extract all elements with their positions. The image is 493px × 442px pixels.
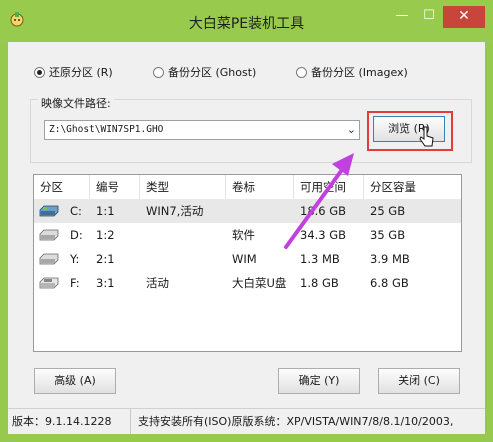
- cell-capacity: 25 GB: [370, 204, 406, 218]
- cell-type: [140, 223, 146, 247]
- cell-drive: Y:: [70, 252, 80, 266]
- maximize-button[interactable]: ☐: [416, 6, 442, 28]
- cell-number: 1:2: [96, 228, 115, 242]
- table-row[interactable]: D: 1:2 软件 34.3 GB 35 GB: [34, 223, 461, 247]
- title-bar[interactable]: 大白菜PE装机工具 — ☐ ✕: [0, 0, 493, 42]
- drive-icon: [39, 205, 59, 217]
- chevron-down-icon[interactable]: ⌄: [347, 121, 356, 139]
- cell-drive: C:: [70, 204, 82, 218]
- column-header-type[interactable]: 类型: [140, 175, 226, 199]
- main-panel: 还原分区 (R) 备份分区 (Ghost) 备份分区 (Imagex) 映像文件…: [8, 42, 485, 434]
- cell-label: 大白菜U盘: [232, 276, 287, 290]
- radio-circle[interactable]: [296, 66, 307, 78]
- image-path-label: 映像文件路径:: [38, 95, 114, 111]
- cell-free: 34.3 GB: [300, 228, 347, 242]
- cell-drive: F:: [70, 276, 80, 290]
- drive-icon: [39, 253, 59, 265]
- radio-label: 备份分区 (Imagex): [311, 66, 408, 79]
- table-row[interactable]: F: 3:1 活动 大白菜U盘 1.8 GB 6.8 GB: [34, 271, 461, 295]
- table-row[interactable]: Y: 2:1 WIM 1.3 MB 3.9 MB: [34, 247, 461, 271]
- radio-label: 备份分区 (Ghost): [168, 66, 257, 79]
- cell-free: 18.6 GB: [300, 204, 347, 218]
- cell-free: 1.8 GB: [300, 276, 339, 290]
- cell-number: 2:1: [96, 252, 115, 266]
- radio-circle[interactable]: [153, 66, 164, 78]
- cell-capacity: 6.8 GB: [370, 276, 409, 290]
- close-button[interactable]: 关闭 (C): [378, 368, 460, 394]
- cell-free: 1.3 MB: [300, 252, 340, 266]
- status-bar: 版本：9.1.14.1228 支持安装所有(ISO)原版系统：XP/VISTA/…: [8, 408, 485, 434]
- column-header-free[interactable]: 可用空间: [294, 175, 364, 199]
- column-header-capacity[interactable]: 分区容量: [364, 175, 461, 199]
- close-window-button[interactable]: ✕: [443, 6, 485, 28]
- cell-capacity: 35 GB: [370, 228, 406, 242]
- cell-label: [226, 199, 232, 223]
- ok-button[interactable]: 确定 (Y): [278, 368, 360, 394]
- advanced-button[interactable]: 高级 (A): [34, 368, 116, 394]
- cell-number: 3:1: [96, 276, 115, 290]
- cell-label: 软件: [232, 228, 255, 242]
- radio-backup-imagex[interactable]: 备份分区 (Imagex): [296, 64, 408, 80]
- image-path-dropdown[interactable]: Z:\Ghost\WIN7SP1.GHO ⌄: [44, 120, 360, 140]
- drive-icon: [39, 277, 59, 289]
- cell-label: WIM: [232, 252, 257, 266]
- column-header-label[interactable]: 卷标: [226, 175, 294, 199]
- cell-type: [140, 247, 146, 271]
- support-text: 支持安装所有(ISO)原版系统：XP/VISTA/WIN7/8/8.1/10/2…: [138, 415, 454, 428]
- image-path-value: Z:\Ghost\WIN7SP1.GHO: [49, 124, 164, 135]
- radio-circle[interactable]: [34, 66, 45, 78]
- installer-window: 大白菜PE装机工具 — ☐ ✕ 还原分区 (R) 备份分区 (Ghost) 备份…: [0, 0, 493, 442]
- partition-table[interactable]: 分区 编号 类型 卷标 可用空间 分区容量 C: 1:1 WIN7,活动 18.…: [33, 174, 462, 352]
- minimize-button[interactable]: —: [389, 6, 415, 28]
- table-header: 分区 编号 类型 卷标 可用空间 分区容量: [34, 175, 461, 199]
- radio-backup-ghost[interactable]: 备份分区 (Ghost): [153, 64, 256, 80]
- table-row[interactable]: C: 1:1 WIN7,活动 18.6 GB 25 GB: [34, 199, 461, 223]
- radio-label: 还原分区 (R): [49, 66, 113, 79]
- cell-number: 1:1: [96, 204, 115, 218]
- cursor-icon: [419, 126, 434, 147]
- column-header-partition[interactable]: 分区: [34, 175, 90, 199]
- cell-capacity: 3.9 MB: [370, 252, 410, 266]
- cell-drive: D:: [70, 228, 83, 242]
- column-header-number[interactable]: 编号: [90, 175, 140, 199]
- cell-type: WIN7,活动: [146, 204, 204, 218]
- cell-type: 活动: [146, 276, 169, 290]
- drive-icon: [39, 229, 59, 241]
- version-text: 版本：9.1.14.1228: [12, 409, 131, 434]
- radio-restore[interactable]: 还原分区 (R): [34, 64, 113, 80]
